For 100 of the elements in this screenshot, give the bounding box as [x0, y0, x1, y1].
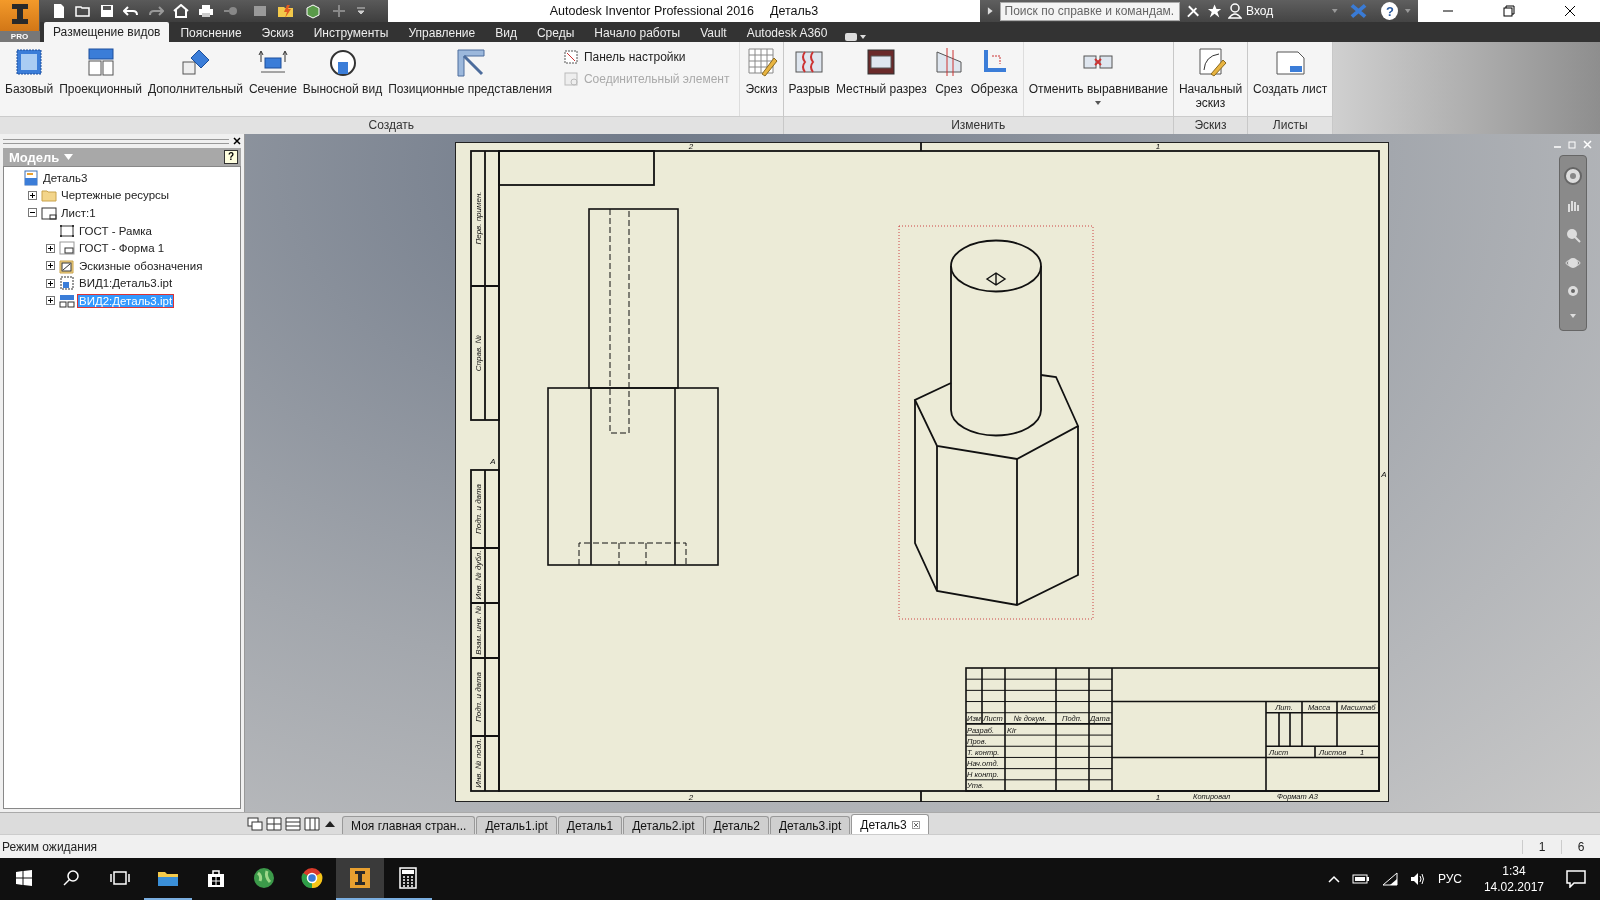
document-tab[interactable]: Деталь2.ipt: [623, 816, 704, 835]
ribbon-button[interactable]: Срез: [929, 44, 968, 116]
ribbon-button[interactable]: Местный разрез: [832, 44, 930, 116]
view-selection-outline[interactable]: [898, 225, 1094, 620]
caret-icon[interactable]: [1568, 311, 1577, 320]
ribbon-tab[interactable]: Начало работы: [585, 24, 690, 42]
ribbon-display-icon[interactable]: [844, 32, 867, 42]
view-icon: [59, 275, 75, 292]
ribbon-tab[interactable]: Эскиз: [252, 24, 303, 42]
speaker-icon[interactable]: [1409, 872, 1426, 886]
clock-time[interactable]: 1:34: [1502, 863, 1526, 879]
ribbon-button[interactable]: Обрезка: [967, 44, 1021, 116]
calculator-icon[interactable]: [399, 867, 417, 889]
ribbon-button[interactable]: Дополнительный: [144, 44, 246, 116]
document-tab[interactable]: Деталь2: [704, 816, 769, 835]
globe-icon[interactable]: [253, 867, 275, 889]
input-language-indicator[interactable]: РУС: [1437, 872, 1462, 886]
sign-in-button[interactable]: Вход: [1228, 3, 1319, 19]
help-search-field[interactable]: Поиск по справке и командам.: [999, 1, 1180, 21]
ribbon-button[interactable]: Позиционные представления: [385, 44, 555, 116]
tree-item[interactable]: Чертежные ресурсы: [60, 189, 171, 202]
battery-icon[interactable]: [1351, 873, 1370, 885]
tree-item[interactable]: Лист:1: [60, 207, 97, 219]
zoom-icon[interactable]: [1564, 226, 1581, 243]
tile-windows-icon[interactable]: [266, 817, 282, 832]
caret-icon[interactable]: [1330, 7, 1339, 15]
sketch-icon: [745, 46, 778, 78]
tile-horizontal-icon[interactable]: [285, 817, 301, 832]
restore-icon[interactable]: [1503, 5, 1515, 17]
document-tab[interactable]: Деталь3.ipt: [769, 816, 851, 835]
document-tab[interactable]: Деталь1.ipt: [476, 816, 557, 835]
close-icon[interactable]: [233, 137, 241, 145]
home-icon[interactable]: [173, 4, 189, 18]
ribbon-button[interactable]: Проекционный: [56, 44, 145, 116]
document-tab[interactable]: Деталь3: [851, 814, 929, 835]
cascade-windows-icon[interactable]: [247, 817, 263, 832]
expand-toggle[interactable]: [44, 278, 56, 288]
tree-item[interactable]: ГОСТ - Форма 1: [78, 242, 166, 255]
folder-icon: [41, 187, 57, 204]
caret-icon[interactable]: [1404, 7, 1412, 15]
expand-arrow-icon[interactable]: [986, 6, 994, 16]
chevron-up-icon[interactable]: [1327, 875, 1340, 883]
clock-date[interactable]: 14.02.2017: [1483, 879, 1544, 895]
ribbon-button[interactable]: Начальный эскиз: [1175, 44, 1246, 116]
star-icon[interactable]: [1206, 3, 1223, 19]
open-folder-icon[interactable]: [75, 4, 91, 18]
ribbon-tab[interactable]: Среды: [527, 24, 584, 42]
ribbon-button[interactable]: Выносной вид: [299, 44, 386, 116]
lightning-folder-icon[interactable]: [277, 3, 295, 19]
ribbon-panel-title: Создать: [0, 116, 783, 134]
ribbon-button[interactable]: Создать лист: [1250, 44, 1331, 116]
redo-icon[interactable]: [148, 4, 164, 18]
expand-toggle[interactable]: [44, 243, 56, 253]
search-icon[interactable]: [63, 869, 81, 887]
document-tab[interactable]: Деталь1: [557, 816, 623, 835]
ribbon-button[interactable]: Отменить выравнивание: [1025, 44, 1171, 116]
plus-icon[interactable]: [331, 3, 347, 19]
store-bag-icon[interactable]: [206, 868, 226, 888]
status-text: Режим ожидания: [2, 839, 98, 854]
ribbon-tab[interactable]: Инструменты: [304, 24, 398, 42]
help-button[interactable]: ?: [224, 150, 238, 164]
undo-icon[interactable]: [123, 4, 139, 18]
close-icon[interactable]: [1563, 5, 1576, 17]
tree-item[interactable]: Эскизные обозначения: [78, 259, 204, 272]
ribbon-tab[interactable]: Пояснение: [171, 24, 251, 42]
browser-icon[interactable]: [301, 867, 323, 889]
tree-item[interactable]: ГОСТ - Рамка: [78, 224, 153, 237]
customize-caret-icon[interactable]: [356, 6, 366, 16]
save-icon[interactable]: [100, 4, 114, 18]
drawing-file-icon: [23, 169, 39, 186]
ribbon-button[interactable]: Разрыв: [785, 44, 833, 116]
task-view-icon[interactable]: [110, 870, 130, 886]
status-field: 6: [1561, 839, 1600, 854]
expand-toggle[interactable]: [44, 296, 56, 306]
new-file-icon[interactable]: [52, 3, 66, 19]
tree-item[interactable]: Деталь3: [42, 171, 89, 184]
navigation-wheel-icon[interactable]: [1562, 166, 1583, 187]
expand-toggle[interactable]: [26, 208, 38, 218]
document-tab[interactable]: Моя главная стран...: [342, 816, 476, 835]
ribbon-tab[interactable]: Управление: [399, 24, 485, 42]
cube-icon[interactable]: [304, 3, 322, 19]
help-button[interactable]: ?: [1381, 2, 1399, 20]
folder-icon[interactable]: [157, 869, 179, 887]
wifi-icon[interactable]: [1381, 872, 1398, 886]
app-logo[interactable]: PRO: [0, 0, 40, 42]
ribbon-tab[interactable]: Autodesk A360: [737, 24, 837, 42]
ribbon-button[interactable]: Сечение: [245, 44, 300, 116]
notifications-icon[interactable]: [1566, 870, 1586, 888]
tile-vertical-icon[interactable]: [304, 817, 320, 832]
inventor-app-icon[interactable]: [349, 867, 371, 889]
ribbon-button[interactable]: Эскиз: [742, 44, 781, 116]
expand-toggle[interactable]: [44, 261, 56, 271]
ribbon-button[interactable]: Базовый: [2, 44, 57, 116]
expand-toggle[interactable]: [26, 190, 38, 200]
tree-item[interactable]: ВИД1:Деталь3.ipt: [78, 277, 174, 290]
ribbon-tab[interactable]: Vault: [691, 24, 736, 42]
ribbon-tab[interactable]: Вид: [486, 24, 526, 42]
ribbon-small-button[interactable]: Панель настройки: [560, 48, 732, 66]
ribbon-tab[interactable]: Размещение видов: [44, 22, 170, 42]
print-icon[interactable]: [198, 4, 214, 18]
